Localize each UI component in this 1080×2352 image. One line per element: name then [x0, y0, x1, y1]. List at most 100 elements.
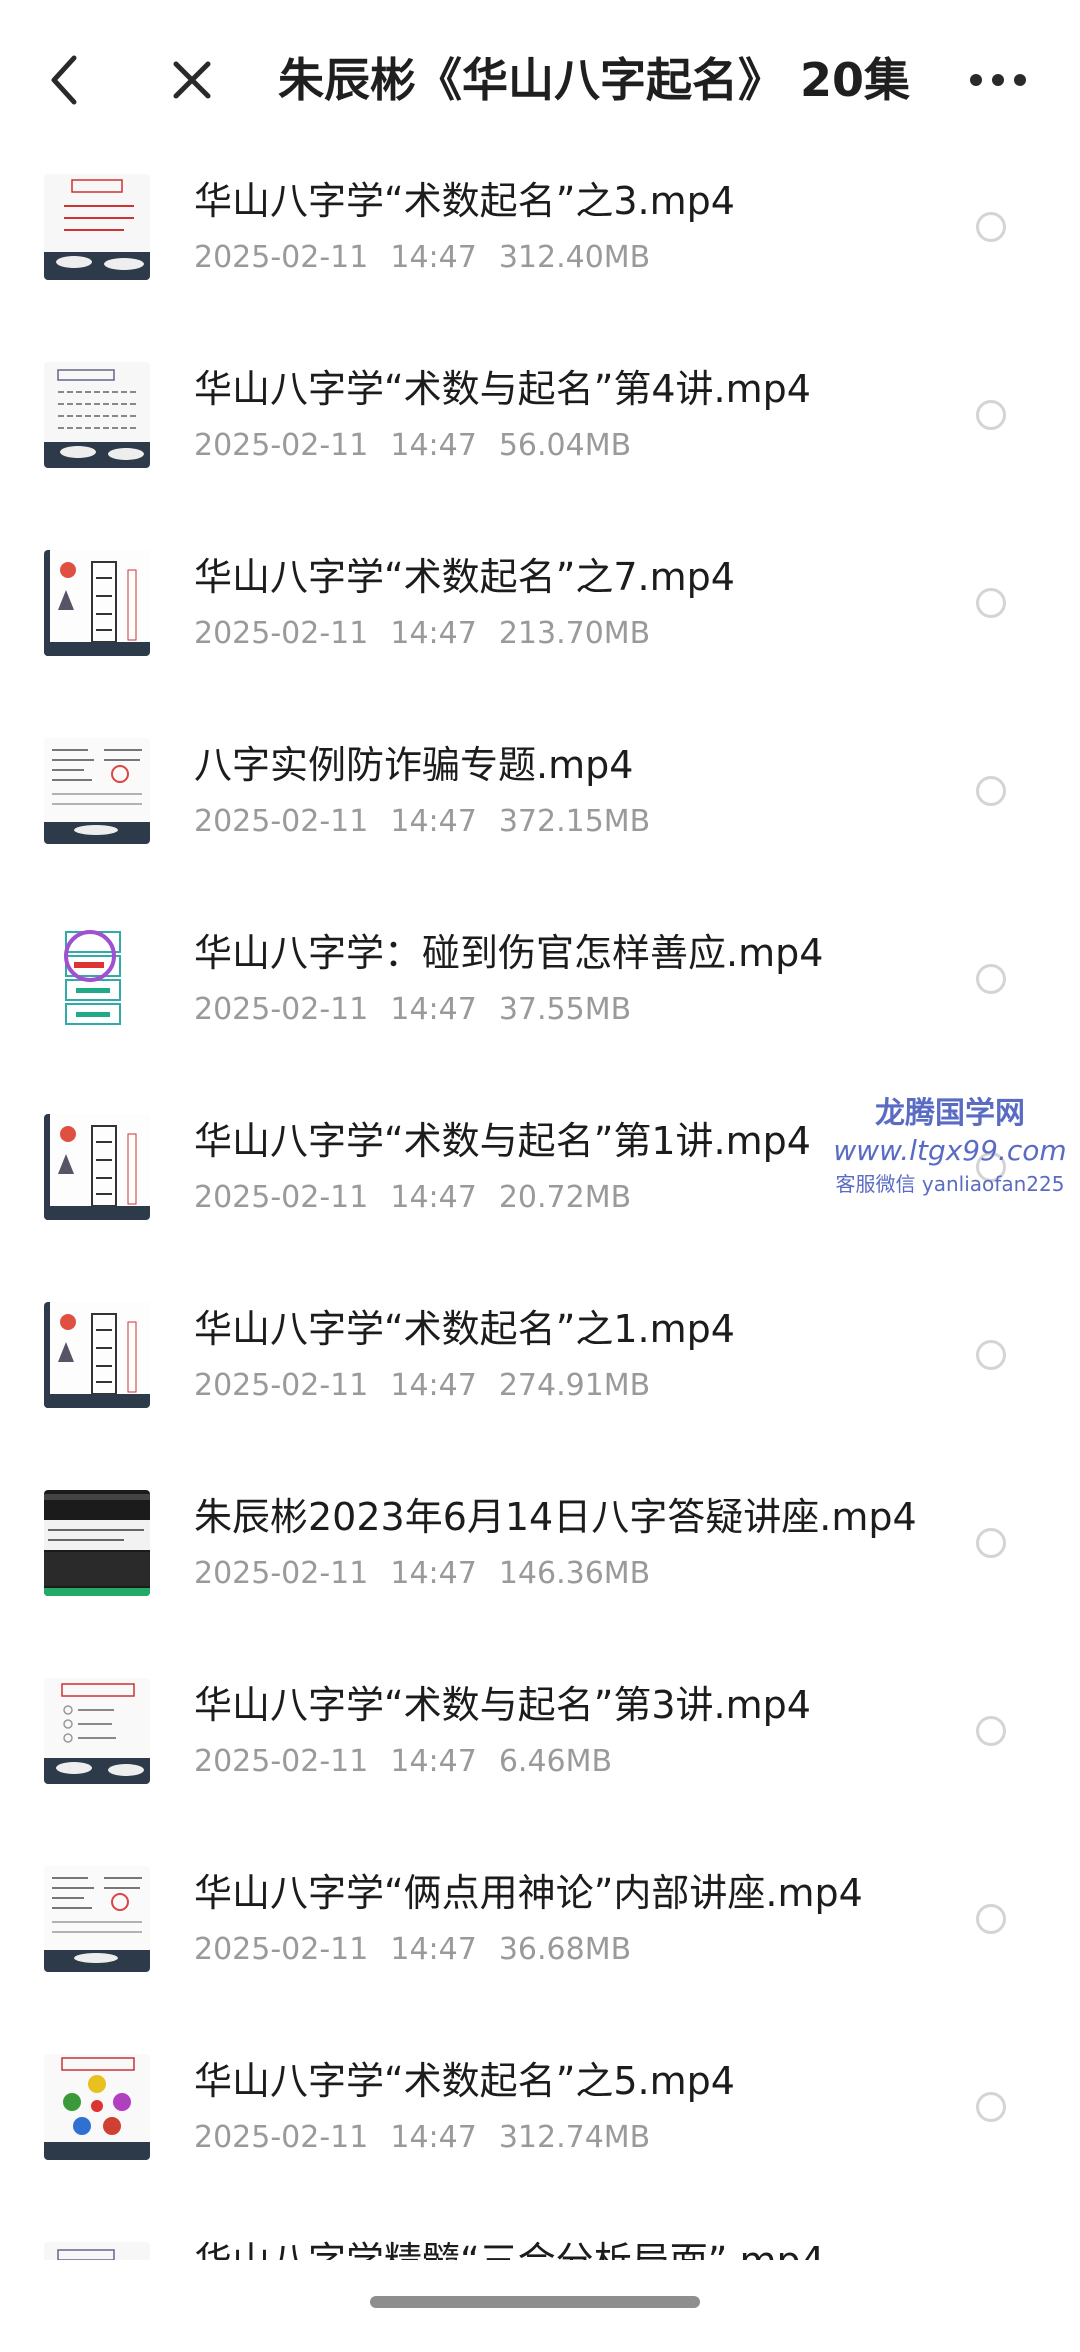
file-time: 14:47	[390, 428, 477, 463]
select-radio[interactable]	[976, 776, 1006, 806]
file-meta: 2025-02-11 14:47 20.72MB	[194, 1176, 894, 1220]
select-radio[interactable]	[976, 1340, 1006, 1370]
select-radio[interactable]	[976, 2092, 1006, 2122]
file-time: 14:47	[390, 240, 477, 275]
file-row[interactable]: 华山八字学：碰到伤官怎样善应.mp4 2025-02-11 14:47 37.55MB	[0, 912, 1080, 1100]
select-radio[interactable]	[976, 400, 1006, 430]
file-row[interactable]: 华山八字学“俩点用神论”内部讲座.mp4 2025-02-11 14:47 36.68…	[0, 1852, 1080, 2040]
file-name: 华山八字学“术数起名”之3.mp4	[194, 179, 735, 223]
file-meta: 2025-02-11 14:47 36.68MB	[194, 1928, 894, 1972]
top-bar: 朱辰彬《华山八字起名》 20集	[0, 0, 1080, 160]
file-list: 华山八字学“术数起名”之3.mp4 2025-02-11 14:47 312.40MB…	[0, 160, 1080, 2260]
file-row[interactable]: 八字实例防诈骗专题.mp4 2025-02-11 14:47 372.15MB	[0, 724, 1080, 912]
file-time: 14:47	[390, 1556, 477, 1591]
file-meta: 2025-02-11 14:47 372.15MB	[194, 800, 894, 844]
file-row[interactable]: 华山八字学“术数与起名”第3讲.mp4 2025-02-11 14:47 6.46MB	[0, 1664, 1080, 1852]
watermark: 龙腾国学网 www.ltgx99.com 客服微信 yanliaofan225	[820, 1095, 1080, 1199]
file-time: 14:47	[390, 1180, 477, 1215]
file-row[interactable]: 朱辰彬2023年6月14日八字答疑讲座.mp4 2025-02-11 14:47 14…	[0, 1476, 1080, 1664]
file-size: 36.68MB	[498, 1932, 632, 1967]
file-meta: 2025-02-11 14:47 274.91MB	[194, 1364, 894, 1408]
home-indicator[interactable]	[370, 2296, 700, 2308]
file-date: 2025-02-11	[194, 804, 369, 839]
file-date: 2025-02-11	[194, 2120, 369, 2155]
video-thumbnail	[44, 1114, 150, 1220]
file-time: 14:47	[390, 1744, 477, 1779]
file-name: 朱辰彬2023年6月14日八字答疑讲座.mp4	[194, 1495, 917, 1539]
file-meta: 2025-02-11 14:47 146.36MB	[194, 1552, 894, 1596]
file-date: 2025-02-11	[194, 1368, 369, 1403]
file-name: 华山八字学“术数起名”之5.mp4	[194, 2059, 735, 2103]
file-size: 6.46MB	[498, 1744, 613, 1779]
file-date: 2025-02-11	[194, 1932, 369, 1967]
video-thumbnail	[44, 1302, 150, 1408]
file-size: 274.91MB	[498, 1368, 651, 1403]
file-name: 华山八字学“俩点用神论”内部讲座.mp4	[194, 1871, 863, 1915]
file-date: 2025-02-11	[194, 992, 369, 1027]
file-date: 2025-02-11	[194, 1556, 369, 1591]
file-name: 华山八字学“术数与起名”第3讲.mp4	[194, 1683, 811, 1727]
back-arrow-icon[interactable]	[44, 50, 84, 110]
file-time: 14:47	[390, 804, 477, 839]
file-size: 56.04MB	[498, 428, 632, 463]
file-meta: 2025-02-11 14:47 312.74MB	[194, 2116, 894, 2160]
bottom-mask	[0, 2270, 1080, 2352]
file-row[interactable]: 华山八字学“术数起名”之3.mp4 2025-02-11 14:47 312.40MB	[0, 160, 1080, 348]
select-radio[interactable]	[976, 212, 1006, 242]
file-time: 14:47	[390, 1368, 477, 1403]
file-row[interactable]: 华山八字学“术数起名”之1.mp4 2025-02-11 14:47 274.91MB	[0, 1288, 1080, 1476]
file-meta: 2025-02-11 14:47 37.55MB	[194, 988, 894, 1032]
file-meta: 2025-02-11 14:47 56.04MB	[194, 424, 894, 468]
file-meta: 2025-02-11 14:47 6.46MB	[194, 1740, 894, 1784]
file-time: 14:47	[390, 616, 477, 651]
select-radio[interactable]	[976, 964, 1006, 994]
page-title: 朱辰彬《华山八字起名》 20集	[278, 53, 911, 107]
watermark-contact: 客服微信 yanliaofan225	[835, 1172, 1065, 1196]
file-size: 146.36MB	[498, 1556, 651, 1591]
video-thumbnail	[44, 926, 150, 1032]
file-row[interactable]: 华山八字学精髓“三合分析局面”.mp4	[0, 2228, 1080, 2260]
file-size: 37.55MB	[498, 992, 632, 1027]
select-radio[interactable]	[976, 1716, 1006, 1746]
video-thumbnail	[44, 738, 150, 844]
close-icon[interactable]	[168, 56, 216, 104]
select-radio[interactable]	[976, 1904, 1006, 1934]
file-time: 14:47	[390, 992, 477, 1027]
file-name: 华山八字学：碰到伤官怎样善应.mp4	[194, 931, 824, 975]
file-size: 312.40MB	[498, 240, 651, 275]
video-thumbnail	[44, 362, 150, 468]
video-thumbnail	[44, 2054, 150, 2160]
video-thumbnail	[44, 1866, 150, 1972]
video-thumbnail	[44, 2242, 150, 2260]
file-name: 华山八字学“术数起名”之1.mp4	[194, 1307, 735, 1351]
select-radio[interactable]	[976, 588, 1006, 618]
video-thumbnail	[44, 1678, 150, 1784]
file-time: 14:47	[390, 1932, 477, 1967]
select-radio[interactable]	[976, 1528, 1006, 1558]
video-thumbnail	[44, 1490, 150, 1596]
file-name: 华山八字学精髓“三合分析局面”.mp4	[194, 2234, 954, 2260]
file-date: 2025-02-11	[194, 1744, 369, 1779]
file-date: 2025-02-11	[194, 240, 369, 275]
file-meta: 2025-02-11 14:47 312.40MB	[194, 236, 894, 280]
file-row[interactable]: 华山八字学“术数与起名”第4讲.mp4 2025-02-11 14:47 56.04M…	[0, 348, 1080, 536]
file-size: 312.74MB	[498, 2120, 651, 2155]
file-date: 2025-02-11	[194, 1180, 369, 1215]
watermark-title: 龙腾国学网	[875, 1096, 1025, 1131]
file-size: 20.72MB	[498, 1180, 632, 1215]
file-date: 2025-02-11	[194, 428, 369, 463]
file-name: 八字实例防诈骗专题.mp4	[194, 743, 634, 787]
file-name: 华山八字学“术数起名”之7.mp4	[194, 555, 735, 599]
file-name: 华山八字学“术数与起名”第4讲.mp4	[194, 367, 811, 411]
file-row[interactable]: 华山八字学“术数起名”之7.mp4 2025-02-11 14:47 213.70MB	[0, 536, 1080, 724]
more-options-icon[interactable]	[968, 62, 1028, 98]
file-size: 213.70MB	[498, 616, 651, 651]
watermark-url: www.ltgx99.com	[833, 1134, 1067, 1167]
file-row[interactable]: 华山八字学“术数起名”之5.mp4 2025-02-11 14:47 312.74MB	[0, 2040, 1080, 2228]
file-time: 14:47	[390, 2120, 477, 2155]
video-thumbnail	[44, 550, 150, 656]
video-thumbnail	[44, 174, 150, 280]
file-date: 2025-02-11	[194, 616, 369, 651]
file-size: 372.15MB	[498, 804, 651, 839]
file-meta: 2025-02-11 14:47 213.70MB	[194, 612, 894, 656]
